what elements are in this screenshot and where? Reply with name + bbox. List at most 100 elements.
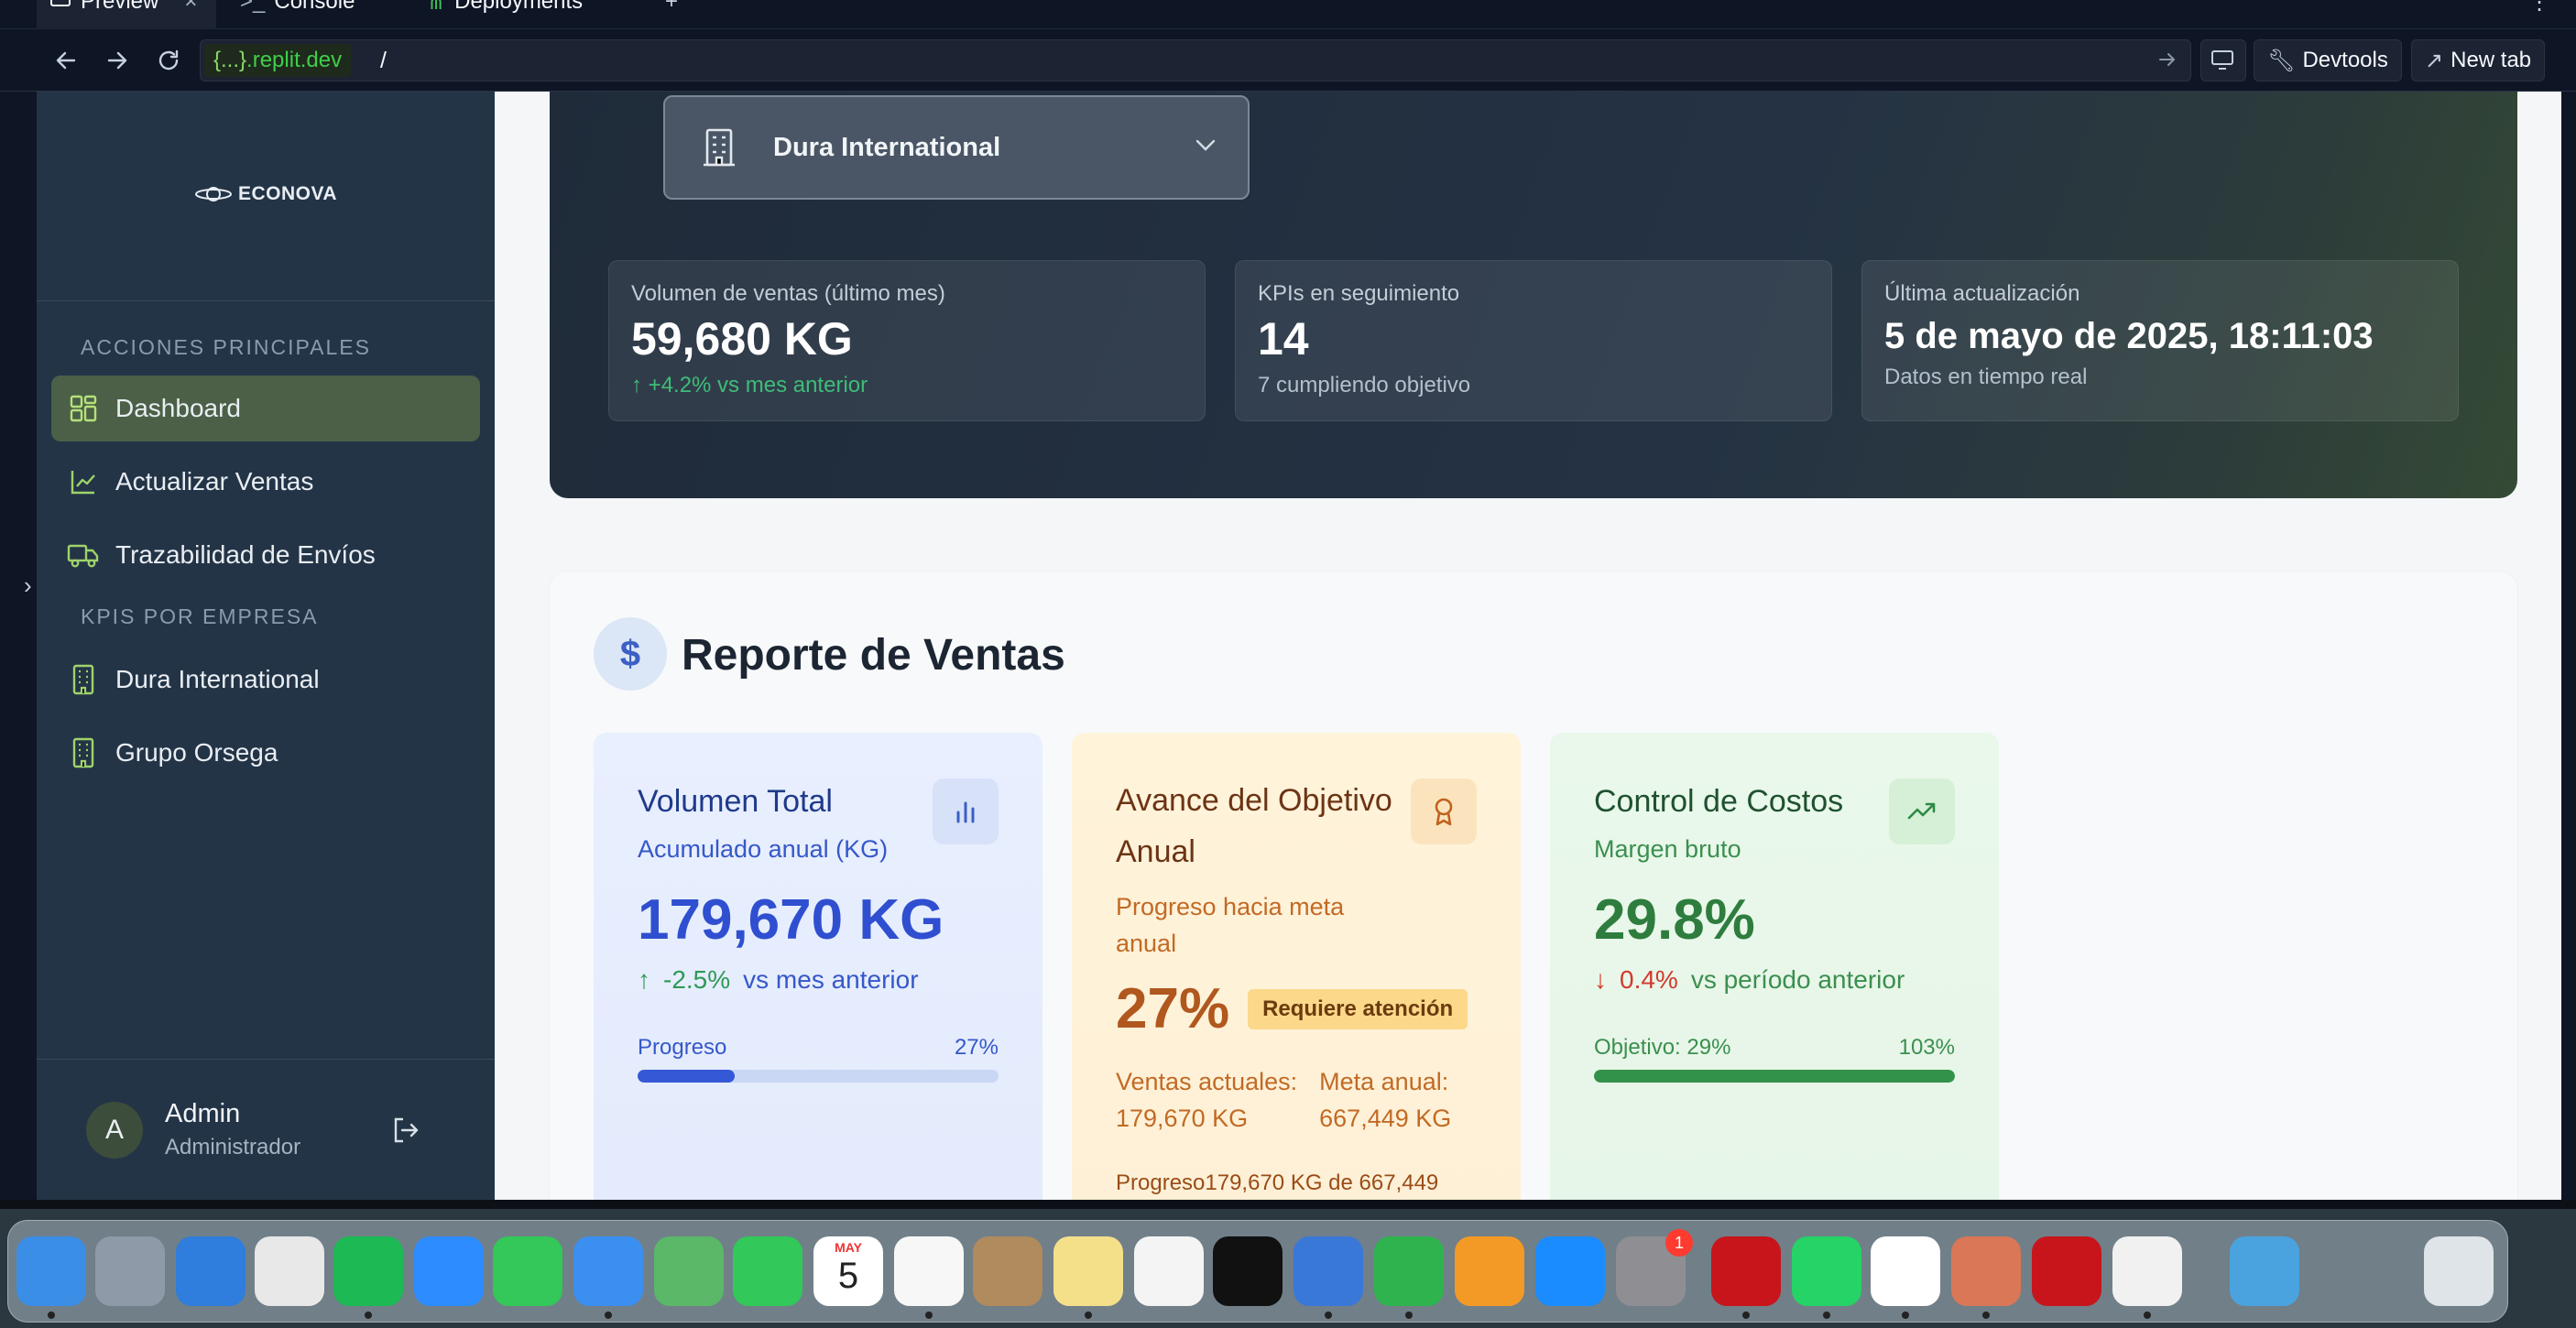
kpi-label: Volumen de ventas (último mes) <box>631 281 945 306</box>
acrobat-reader-icon[interactable] <box>2032 1236 2101 1306</box>
address-bar[interactable]: {...}.replit.dev / <box>200 39 2191 82</box>
open-new-tab-button[interactable]: ↗ New tab <box>2411 39 2546 82</box>
running-indicator <box>1405 1312 1413 1319</box>
left-edge-panel: › <box>0 92 37 1200</box>
trending-up-icon <box>1889 778 1955 844</box>
acrobat-icon[interactable] <box>1711 1236 1781 1306</box>
sidebar-item-dashboard[interactable]: Dashboard <box>51 376 480 441</box>
chevron-right-icon[interactable]: › <box>24 571 32 600</box>
zoom-icon[interactable] <box>414 1236 484 1306</box>
claude-icon[interactable] <box>1951 1236 2021 1306</box>
go-arrow-icon[interactable] <box>2156 48 2179 71</box>
numbers-icon[interactable] <box>1374 1236 1444 1306</box>
sales-label: Ventas actuales: <box>1116 1068 1298 1095</box>
wrench-icon: 🔧︎ <box>2267 48 2296 73</box>
forward-button[interactable] <box>101 44 134 77</box>
notes-icon[interactable] <box>1053 1236 1123 1306</box>
sidebar-item-label: Dura International <box>115 665 320 693</box>
tab-label: Deployments <box>454 0 584 14</box>
right-edge-panel <box>2561 92 2576 1200</box>
running-indicator <box>48 1312 55 1319</box>
arrow-right-icon <box>107 51 127 70</box>
sidebar-item-grupo-orsega[interactable]: Grupo Orsega <box>51 720 480 786</box>
messages-icon[interactable] <box>493 1236 562 1306</box>
office-icon[interactable] <box>2112 1236 2182 1306</box>
sidebar-item-label: Trazabilidad de Envíos <box>115 540 376 569</box>
company-selector[interactable]: Dura International <box>663 95 1250 200</box>
logout-icon[interactable] <box>390 1115 421 1146</box>
section-heading-kpis: KPIS POR EMPRESA <box>81 604 319 628</box>
appletv-icon[interactable] <box>1213 1236 1283 1306</box>
close-icon[interactable]: × <box>184 0 197 15</box>
running-indicator <box>2144 1312 2151 1319</box>
facetime-icon[interactable] <box>733 1236 802 1306</box>
trash-icon[interactable] <box>2424 1236 2494 1306</box>
back-button[interactable] <box>49 44 82 77</box>
mail-icon[interactable] <box>573 1236 643 1306</box>
tab-preview[interactable]: Preview × <box>37 0 216 29</box>
logo-text: ECONOVA <box>237 183 338 204</box>
tab-deployments[interactable]: ⋔ Deployments <box>414 0 643 29</box>
contacts-icon[interactable] <box>973 1236 1042 1306</box>
arrow-down-icon: ↓ <box>1594 965 1607 994</box>
devtools-button[interactable]: 🔧︎ Devtools <box>2254 39 2402 82</box>
progress-value: 103% <box>1898 1035 1955 1060</box>
globe-logo-icon <box>194 187 232 201</box>
progress-row: Progreso 27% <box>638 1035 999 1061</box>
freeform-icon[interactable] <box>1134 1236 1204 1306</box>
change-label: vs período anterior <box>1690 965 1905 994</box>
footer-label: Progreso <box>1116 1170 1206 1195</box>
appstore-icon[interactable] <box>1535 1236 1605 1306</box>
sidebar-item-trazabilidad[interactable]: Trazabilidad de Envíos <box>51 522 480 588</box>
calendar-day: 5 <box>837 1256 859 1296</box>
sidebar-item-actualizar-ventas[interactable]: Actualizar Ventas <box>51 449 480 515</box>
tab-console[interactable]: >_ Console <box>227 0 401 29</box>
finder-icon[interactable] <box>16 1236 86 1306</box>
devtools-label: Devtools <box>2302 48 2388 72</box>
divider <box>37 300 495 301</box>
reload-button[interactable] <box>152 44 185 77</box>
company-selected: Dura International <box>773 132 1001 162</box>
running-indicator <box>605 1312 612 1319</box>
chatgpt-icon[interactable] <box>255 1236 324 1306</box>
new-tab-button[interactable]: + <box>656 0 693 29</box>
progress-value: 27% <box>954 1035 999 1060</box>
url-domain-prefix: {...} <box>213 48 247 72</box>
arrow-up-icon: ↑ <box>638 965 650 994</box>
launchpad-icon[interactable] <box>95 1236 165 1306</box>
user-role: Administrador <box>165 1135 301 1159</box>
settings-icon[interactable]: 1 <box>1616 1229 1693 1306</box>
card-volumen-total: Volumen Total Acumulado anual (KG) 179,6… <box>594 733 1042 1200</box>
value-row: 27% Requiere atención <box>1116 976 1477 1041</box>
maps-icon[interactable] <box>654 1236 724 1306</box>
main-content: Dura International Volumen de ventas (úl… <box>495 92 2561 1200</box>
chrome-icon[interactable] <box>1871 1236 1940 1306</box>
building-icon <box>72 737 94 768</box>
progress-bar <box>638 1070 999 1083</box>
whatsapp-icon[interactable] <box>1792 1236 1861 1306</box>
safari-icon[interactable] <box>176 1236 246 1306</box>
pages-icon[interactable] <box>1455 1236 1524 1306</box>
card-subtitle: Progreso hacia meta anual <box>1116 893 1345 957</box>
url-domain: {...}.replit.dev <box>204 44 352 77</box>
kpi-sub: Datos en tiempo real <box>1884 365 2088 389</box>
sidebar-item-label: Dashboard <box>115 394 241 422</box>
building-icon <box>704 128 735 167</box>
change-value: 0.4% <box>1620 965 1678 994</box>
calendar-icon[interactable]: MAY 5 <box>813 1236 883 1306</box>
card-value: 29.8% <box>1594 888 1755 952</box>
progress-row: Objetivo: 29% 103% <box>1594 1035 1955 1061</box>
downloads-folder-icon[interactable] <box>2230 1236 2299 1306</box>
keynote-icon[interactable] <box>1293 1236 1363 1306</box>
running-indicator <box>925 1312 933 1319</box>
sidebar-item-label: Grupo Orsega <box>115 738 278 767</box>
spotify-icon[interactable] <box>333 1236 403 1306</box>
url-domain-suffix: .replit.dev <box>246 48 343 72</box>
device-view-button[interactable] <box>2200 39 2246 82</box>
reminders-icon[interactable] <box>894 1236 964 1306</box>
progress-fill <box>1594 1070 1955 1083</box>
url-path[interactable]: / <box>380 40 387 81</box>
card-title: Avance del Objetivo Anual <box>1116 783 1392 869</box>
sidebar-item-dura-international[interactable]: Dura International <box>51 647 480 713</box>
more-menu-button[interactable]: ⋮ <box>2516 0 2552 29</box>
